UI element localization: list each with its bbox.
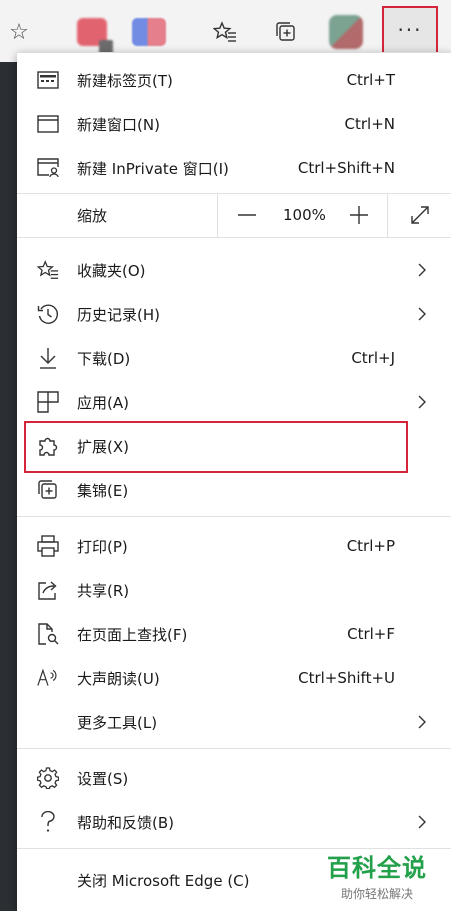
- menu-item-label: 设置(S): [77, 769, 129, 788]
- chevron-right-icon: [415, 395, 429, 409]
- menu-item-label: 在页面上查找(F): [77, 625, 188, 644]
- menu-item-print[interactable]: 打印(P) Ctrl+P: [17, 524, 451, 568]
- menu-item-label: 新建 InPrivate 窗口(I): [77, 159, 229, 178]
- menu-item-settings[interactable]: 设置(S): [17, 756, 451, 800]
- menu-item-help-feedback[interactable]: 帮助和反馈(B): [17, 800, 451, 844]
- menu-item-label: 共享(R): [77, 581, 130, 600]
- zoom-label: 缩放: [77, 207, 108, 225]
- find-page-icon: [37, 623, 59, 645]
- collections-icon: [37, 479, 59, 501]
- menu-item-shortcut: Ctrl+J: [351, 349, 395, 367]
- zoom-value: 100%: [283, 206, 326, 224]
- favorites-icon: [37, 259, 59, 281]
- menu-item-label: 新建标签页(T): [77, 71, 173, 90]
- divider: [217, 193, 218, 237]
- menu-item-label: 新建窗口(N): [77, 115, 160, 134]
- menu-item-find-on-page[interactable]: 在页面上查找(F) Ctrl+F: [17, 612, 451, 656]
- star-icon[interactable]: ☆: [0, 12, 38, 52]
- menu-item-apps[interactable]: 应用(A): [17, 380, 451, 424]
- menu-item-new-inprivate[interactable]: 新建 InPrivate 窗口(I) Ctrl+Shift+N: [17, 146, 451, 190]
- menu-item-label: 历史记录(H): [77, 305, 160, 324]
- read-aloud-icon: [37, 667, 59, 689]
- extensions-highlight-box: [24, 421, 408, 473]
- menu-item-shortcut: Ctrl+Shift+N: [297, 159, 395, 177]
- menu-item-favorites[interactable]: 收藏夹(O): [17, 248, 451, 292]
- profile-avatar[interactable]: [326, 12, 366, 52]
- menu-item-label: 打印(P): [77, 537, 128, 556]
- zoom-out-button[interactable]: [229, 197, 265, 233]
- new-window-icon: [37, 113, 59, 135]
- menu-item-label: 帮助和反馈(B): [77, 813, 174, 832]
- menu-item-shortcut: Ctrl+P: [346, 537, 395, 555]
- menu-item-label: 下载(D): [77, 349, 131, 368]
- zoom-in-button[interactable]: [341, 197, 377, 233]
- collections-icon[interactable]: [266, 12, 306, 52]
- menu-item-label: 收藏夹(O): [77, 261, 146, 280]
- gear-icon: [37, 767, 59, 789]
- menu-item-label: 大声朗读(U): [77, 669, 160, 688]
- extension-icon[interactable]: [70, 12, 114, 54]
- divider: [17, 516, 451, 517]
- question-icon: [37, 811, 59, 833]
- share-icon: [37, 579, 59, 601]
- chevron-right-icon: [415, 815, 429, 829]
- settings-menu: 新建标签页(T) Ctrl+T 新建窗口(N) Ctrl+N 新建 InPriv…: [17, 52, 451, 911]
- extension-icon[interactable]: [126, 12, 172, 52]
- divider: [17, 193, 451, 194]
- menu-item-label: 更多工具(L): [77, 713, 158, 732]
- divider: [387, 193, 388, 237]
- apps-icon: [37, 391, 59, 413]
- inprivate-window-icon: [37, 157, 59, 179]
- menu-item-label: 应用(A): [77, 393, 129, 412]
- chevron-right-icon: [415, 307, 429, 321]
- chevron-right-icon: [415, 715, 429, 729]
- divider: [17, 237, 451, 238]
- menu-item-new-window[interactable]: 新建窗口(N) Ctrl+N: [17, 102, 451, 146]
- menu-item-new-tab[interactable]: 新建标签页(T) Ctrl+T: [17, 58, 451, 102]
- menu-item-shortcut: Ctrl+N: [344, 115, 395, 133]
- menu-item-shortcut: Ctrl+T: [346, 71, 395, 89]
- watermark-subtitle: 助你轻松解决: [340, 887, 413, 901]
- menu-item-shortcut: Ctrl+F: [347, 625, 395, 643]
- new-tab-icon: [37, 69, 59, 91]
- divider: [17, 748, 451, 749]
- print-icon: [37, 535, 59, 557]
- menu-item-shortcut: Ctrl+Shift+U: [298, 669, 395, 687]
- chevron-right-icon: [415, 263, 429, 277]
- fullscreen-button[interactable]: [402, 197, 438, 233]
- menu-item-share[interactable]: 共享(R): [17, 568, 451, 612]
- menu-item-read-aloud[interactable]: 大声朗读(U) Ctrl+Shift+U: [17, 656, 451, 700]
- menu-item-more-tools[interactable]: 更多工具(L): [17, 700, 451, 744]
- menu-item-history[interactable]: 历史记录(H): [17, 292, 451, 336]
- menu-item-downloads[interactable]: 下载(D) Ctrl+J: [17, 336, 451, 380]
- menu-item-collections[interactable]: 集锦(E): [17, 468, 451, 512]
- more-options-button[interactable]: ···: [382, 6, 438, 54]
- menu-item-label: 集锦(E): [77, 481, 129, 500]
- history-icon: [37, 303, 59, 325]
- download-icon: [37, 347, 59, 369]
- watermark-title: 百科全说: [327, 854, 427, 882]
- menu-item-label: 关闭 Microsoft Edge (C): [77, 871, 250, 890]
- watermark-logo: 百科全说 助你轻松解决: [303, 848, 451, 902]
- favorites-icon[interactable]: [205, 12, 245, 52]
